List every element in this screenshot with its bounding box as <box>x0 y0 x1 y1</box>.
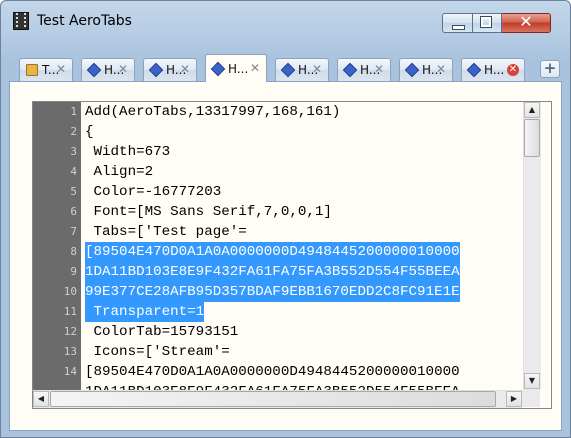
diamond-icon <box>280 62 296 78</box>
title-bar[interactable]: Test AeroTabs ✕ <box>1 1 570 43</box>
maximize-button[interactable] <box>473 13 502 33</box>
tab-4[interactable]: H... ✕ <box>205 54 267 82</box>
code-line[interactable]: Align=2 <box>85 162 154 182</box>
code-line[interactable]: Width=673 <box>85 142 171 162</box>
tab-content: 1 2 3 4 5 6 7 8 9 10 11 12 13 14 Add(AeroTabs,1331799… <box>9 81 562 431</box>
tab-3[interactable]: H... ✕ <box>143 58 197 81</box>
scroll-left-button[interactable]: ◀ <box>33 391 49 407</box>
code-line[interactable]: 1DA11BD103E8E9F432FA61FA75FA3B552D554F55… <box>85 262 460 282</box>
code-line[interactable]: Tabs=['Test page'= <box>85 222 247 242</box>
tab-close-icon[interactable]: ✕ <box>436 62 446 76</box>
app-window: Test AeroTabs ✕ + T... ✕ H... ✕ H... ✕ H... ✕ H.… <box>0 0 571 438</box>
code-line[interactable]: Icons=['Stream'= <box>85 342 230 362</box>
tab-label: H... <box>484 63 505 77</box>
code-editor[interactable]: 1 2 3 4 5 6 7 8 9 10 11 12 13 14 Add(AeroTabs,1331799… <box>32 101 552 409</box>
horizontal-scrollbar[interactable]: ◀ ▶ <box>33 390 523 408</box>
vertical-scroll-thumb[interactable] <box>524 119 540 157</box>
maximize-icon <box>480 16 492 28</box>
tab-close-icon[interactable]: ✕ <box>118 62 128 76</box>
code-line[interactable]: [89504E470D0A1A0A0000000D494844520000001… <box>85 362 460 382</box>
line-number: 10 <box>63 285 77 298</box>
line-number: 9 <box>70 265 77 278</box>
arrow-left-icon: ◀ <box>37 394 45 403</box>
code-line[interactable]: [89504E470D0A1A0A0000000D494844520000001… <box>85 242 460 262</box>
folder-icon <box>26 64 38 76</box>
arrow-up-icon: ▲ <box>528 105 536 114</box>
line-number: 6 <box>70 205 77 218</box>
scrollbar-corner <box>523 390 540 407</box>
plus-icon: + <box>543 59 557 77</box>
code-area[interactable]: Add(AeroTabs,13317997,168,161){ Width=67… <box>85 102 523 408</box>
code-line[interactable]: Add(AeroTabs,13317997,168,161) <box>85 102 340 122</box>
scroll-right-button[interactable]: ▶ <box>506 391 522 407</box>
minimize-button[interactable] <box>442 13 473 33</box>
line-number: 3 <box>70 145 77 158</box>
line-number: 13 <box>63 345 77 358</box>
tab-close-icon[interactable]: ✕ <box>374 62 384 76</box>
scroll-down-button[interactable]: ▼ <box>524 373 540 389</box>
line-number: 2 <box>70 125 77 138</box>
new-tab-button[interactable]: + <box>540 59 560 78</box>
code-line[interactable]: 99E377CE28AFB95D357BDAF9EBB1670EDD2C8FC9… <box>85 282 460 302</box>
line-number-gutter: 1 2 3 4 5 6 7 8 9 10 11 12 13 14 <box>33 102 81 408</box>
close-window-button[interactable]: ✕ <box>502 12 551 33</box>
scroll-up-button[interactable]: ▲ <box>524 102 540 118</box>
tab-close-icon[interactable]: ✕ <box>250 61 260 75</box>
line-number: 14 <box>63 365 77 378</box>
tab-close-icon[interactable]: ✕ <box>56 62 66 76</box>
diamond-icon <box>342 62 358 78</box>
line-number: 5 <box>70 185 77 198</box>
diamond-icon <box>466 62 482 78</box>
vertical-scrollbar[interactable]: ▲ ▼ <box>523 102 541 390</box>
code-line[interactable]: { <box>85 122 94 142</box>
horizontal-scroll-thumb[interactable] <box>50 391 496 407</box>
tab-strip: + T... ✕ H... ✕ H... ✕ H... ✕ H... ✕ H... ✕ H... ✕ H..… <box>9 54 562 82</box>
tab-close-icon[interactable]: ✕ <box>180 62 190 76</box>
diamond-icon <box>210 61 226 77</box>
tab-close-icon[interactable]: ✕ <box>507 64 519 76</box>
close-icon: ✕ <box>519 12 533 31</box>
tab-5[interactable]: H... ✕ <box>275 58 329 81</box>
diamond-icon <box>148 62 164 78</box>
tab-8[interactable]: H... ✕ <box>461 58 525 81</box>
tab-2[interactable]: H... ✕ <box>81 58 135 81</box>
line-number: 8 <box>70 245 77 258</box>
line-number: 12 <box>63 325 77 338</box>
tab-close-icon[interactable]: ✕ <box>312 62 322 76</box>
line-number: 4 <box>70 165 77 178</box>
tab-7[interactable]: H... ✕ <box>399 58 453 81</box>
diamond-icon <box>86 62 102 78</box>
window-title: Test AeroTabs <box>37 13 132 29</box>
arrow-right-icon: ▶ <box>510 394 518 403</box>
line-number: 1 <box>70 105 77 118</box>
line-number: 7 <box>70 225 77 238</box>
line-number: 11 <box>63 305 77 318</box>
tab-6[interactable]: H... ✕ <box>337 58 391 81</box>
code-line[interactable]: Color=-16777203 <box>85 182 222 202</box>
film-icon <box>13 12 29 30</box>
tab-label: H... <box>228 62 249 76</box>
minimize-icon <box>452 25 465 30</box>
tab-1[interactable]: T... ✕ <box>19 58 73 81</box>
code-line[interactable]: Font=[MS Sans Serif,7,0,0,1] <box>85 202 332 222</box>
code-line[interactable]: Transparent=1 <box>85 302 205 322</box>
diamond-icon <box>404 62 420 78</box>
code-line[interactable]: ColorTab=15793151 <box>85 322 239 342</box>
arrow-down-icon: ▼ <box>528 376 536 385</box>
